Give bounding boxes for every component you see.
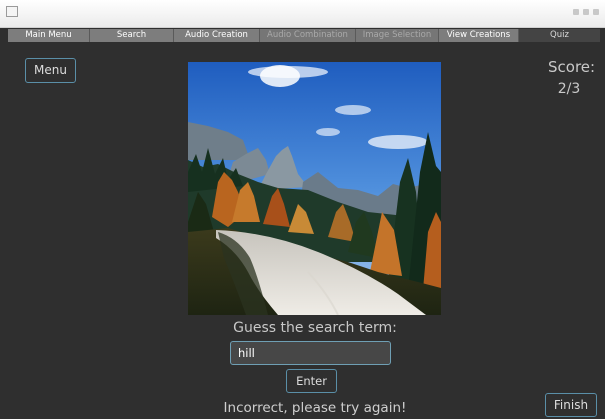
finish-button[interactable]: Finish [545, 393, 597, 417]
tab-quiz[interactable]: Quiz [519, 29, 600, 42]
tab-image-selection: Image Selection [356, 29, 439, 42]
mountain-road-photo [188, 62, 441, 315]
quiz-window: Main Menu Search Audio Creation Audio Co… [0, 0, 605, 419]
tab-audio-creation[interactable]: Audio Creation [174, 29, 260, 42]
tab-main-menu[interactable]: Main Menu [8, 29, 90, 42]
window-controls [573, 9, 599, 15]
score-label: Score: [548, 58, 596, 76]
title-bar [0, 0, 605, 28]
tab-bar: Main Menu Search Audio Creation Audio Co… [8, 29, 600, 42]
minimize-icon[interactable] [573, 9, 579, 15]
guess-input[interactable] [230, 341, 391, 365]
enter-button[interactable]: Enter [286, 369, 337, 393]
window-app-icon [6, 6, 18, 17]
maximize-icon[interactable] [583, 9, 589, 15]
tab-view-creations[interactable]: View Creations [439, 29, 519, 42]
menu-button[interactable]: Menu [25, 58, 76, 83]
tab-search[interactable]: Search [90, 29, 174, 42]
score-value: 2/3 [557, 81, 581, 97]
tab-audio-combination: Audio Combination [260, 29, 356, 42]
close-icon[interactable] [593, 9, 599, 15]
guess-prompt: Guess the search term: [233, 320, 397, 336]
feedback-message: Incorrect, please try again! [223, 400, 407, 416]
